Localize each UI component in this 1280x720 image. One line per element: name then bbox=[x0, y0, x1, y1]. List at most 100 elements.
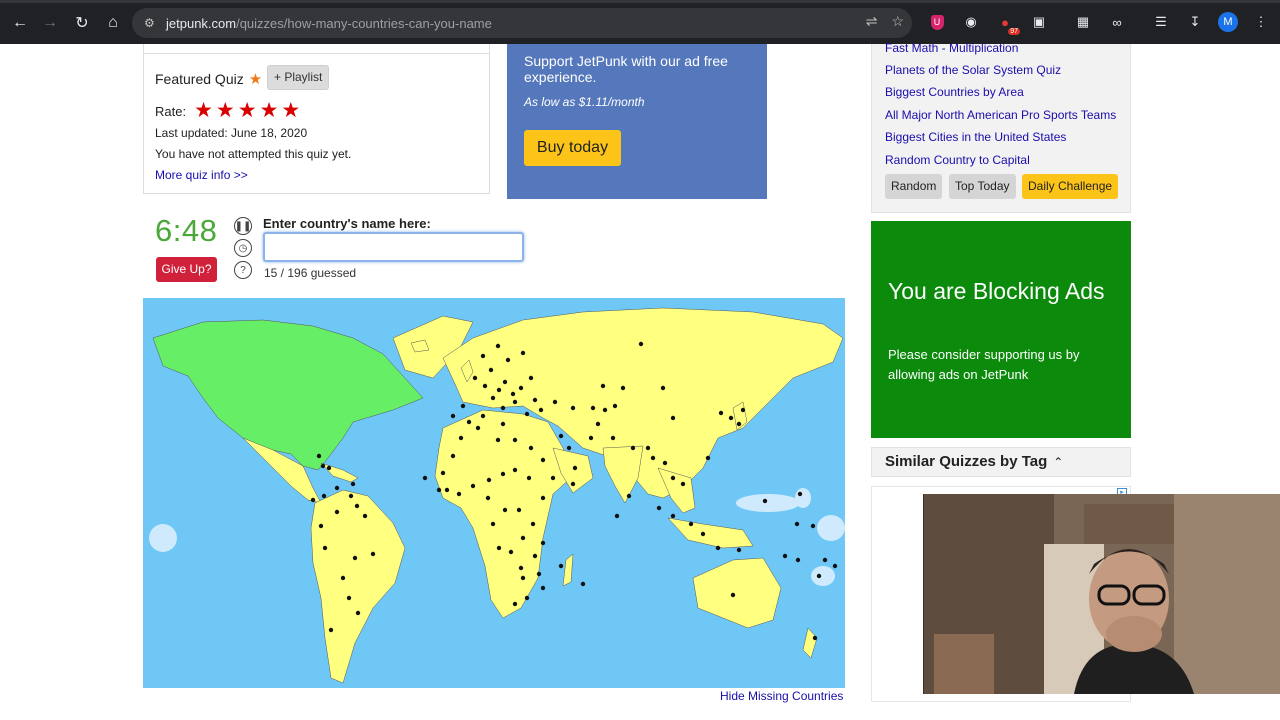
capital-dot bbox=[816, 573, 822, 579]
blocking-ads-heading: You are Blocking Ads bbox=[888, 278, 1105, 304]
add-playlist-button[interactable]: + Playlist bbox=[267, 65, 330, 90]
back-icon[interactable]: ← bbox=[8, 11, 32, 35]
translate-icon[interactable]: ⇌ bbox=[866, 13, 878, 30]
capital-dot bbox=[505, 357, 511, 363]
hide-missing-countries-link[interactable]: Hide Missing Countries bbox=[720, 689, 843, 703]
ublock-icon[interactable]: U bbox=[926, 11, 948, 33]
world-map[interactable] bbox=[143, 298, 845, 688]
country-new-zealand bbox=[802, 627, 818, 659]
rating-stars[interactable]: ★ ★ ★ ★ ★ bbox=[194, 100, 300, 121]
capital-dot bbox=[626, 493, 632, 499]
capital-dot bbox=[340, 575, 346, 581]
daily-challenge-button[interactable]: Daily Challenge bbox=[1022, 174, 1119, 199]
world-map-svg[interactable] bbox=[143, 298, 845, 688]
capital-dot bbox=[456, 491, 462, 497]
capital-dot bbox=[516, 507, 522, 513]
url-text[interactable]: jetpunk.com/quizzes/how-many-countries-c… bbox=[166, 16, 492, 31]
region-indonesia bbox=[667, 517, 754, 549]
capital-dot bbox=[540, 457, 546, 463]
rating-star-icon[interactable]: ★ bbox=[260, 100, 279, 121]
region-caribbean bbox=[320, 462, 359, 483]
country-madagascar bbox=[562, 553, 574, 587]
capital-dot bbox=[355, 610, 361, 616]
country-australia bbox=[692, 557, 782, 629]
capital-dot bbox=[480, 353, 486, 359]
bookmark-star-icon[interactable]: ☆ bbox=[891, 13, 904, 30]
media-queue-icon[interactable]: ☰ bbox=[1150, 11, 1172, 33]
rating-star-icon[interactable]: ★ bbox=[194, 100, 213, 121]
rating-star-icon[interactable]: ★ bbox=[238, 100, 257, 121]
capital-dot bbox=[572, 465, 578, 471]
chevron-up-icon[interactable]: ⌃ bbox=[1053, 455, 1063, 469]
related-quiz-link[interactable]: Fast Math - Multiplication bbox=[885, 41, 1120, 55]
capital-dot bbox=[508, 549, 514, 555]
random-button[interactable]: Random bbox=[885, 174, 943, 199]
webcam-overlay bbox=[923, 494, 1280, 694]
extension-badge-icon[interactable]: ● 97 bbox=[994, 11, 1020, 35]
capital-dot bbox=[444, 487, 450, 493]
capital-dot bbox=[736, 421, 742, 427]
top-today-button[interactable]: Top Today bbox=[949, 174, 1016, 199]
camera-icon[interactable]: ◉ bbox=[960, 11, 982, 33]
capital-dot bbox=[500, 471, 506, 477]
featured-star-icon: ★ bbox=[248, 71, 263, 88]
related-quiz-link[interactable]: Biggest Cities in the United States bbox=[885, 130, 1120, 144]
capital-dot bbox=[495, 343, 501, 349]
site-info-icon[interactable]: ⚙ bbox=[144, 16, 166, 30]
extensions-puzzle-icon[interactable]: ▣ bbox=[1028, 11, 1050, 33]
buy-today-button[interactable]: Buy today bbox=[524, 130, 621, 166]
capital-dot bbox=[532, 397, 538, 403]
featured-label: Featured Quiz bbox=[155, 71, 244, 87]
capital-dot bbox=[346, 595, 352, 601]
capital-dot bbox=[524, 411, 530, 417]
home-icon[interactable]: ⌂ bbox=[101, 11, 125, 35]
region-africa bbox=[434, 409, 574, 619]
menu-kebab-icon[interactable]: ⋮ bbox=[1250, 11, 1272, 33]
profile-avatar[interactable]: M bbox=[1218, 12, 1238, 32]
related-quiz-link[interactable]: Random Country to Capital bbox=[885, 153, 1120, 167]
capital-dot bbox=[736, 547, 742, 553]
similar-quizzes-header[interactable]: Similar Quizzes by Tag ⌃ bbox=[871, 447, 1131, 477]
capital-dot bbox=[705, 455, 711, 461]
capital-dot bbox=[670, 513, 676, 519]
capital-dot bbox=[530, 521, 536, 527]
help-icon[interactable]: ? bbox=[234, 261, 252, 279]
country-answer-input[interactable] bbox=[263, 232, 524, 262]
rating-star-icon[interactable]: ★ bbox=[216, 100, 235, 121]
capital-dot bbox=[485, 495, 491, 501]
capital-dot bbox=[510, 391, 516, 397]
rate-label: Rate: bbox=[155, 103, 187, 119]
related-quiz-link[interactable]: Biggest Countries by Area bbox=[885, 85, 1120, 99]
webcam-image bbox=[924, 494, 1280, 694]
capital-dot bbox=[538, 407, 544, 413]
related-quiz-link[interactable]: Planets of the Solar System Quiz bbox=[885, 63, 1120, 77]
forward-icon[interactable]: → bbox=[38, 11, 62, 35]
capital-dot bbox=[328, 627, 334, 633]
capital-dot bbox=[656, 505, 662, 511]
capital-dot bbox=[475, 425, 481, 431]
capital-dot bbox=[354, 503, 360, 509]
capital-dot bbox=[472, 375, 478, 381]
rating-star-icon[interactable]: ★ bbox=[281, 100, 300, 121]
more-quiz-info-link[interactable]: More quiz info >> bbox=[155, 168, 248, 182]
capital-dot bbox=[558, 563, 564, 569]
reload-icon[interactable]: ↻ bbox=[70, 11, 94, 35]
download-icon[interactable]: ↧ bbox=[1184, 11, 1206, 33]
clock-icon[interactable]: ◷ bbox=[234, 239, 252, 257]
screen-capture-icon[interactable]: ▦ bbox=[1072, 11, 1094, 33]
support-text: Support JetPunk with our ad free experie… bbox=[524, 53, 728, 85]
capital-dot bbox=[436, 487, 442, 493]
region-south-america bbox=[310, 489, 406, 684]
capital-dot bbox=[518, 565, 524, 571]
give-up-button[interactable]: Give Up? bbox=[156, 257, 217, 282]
capital-dot bbox=[450, 413, 456, 419]
capital-dot bbox=[502, 379, 508, 385]
capital-dot bbox=[310, 497, 316, 503]
capital-dot bbox=[334, 485, 340, 491]
link-icon[interactable]: ∞ bbox=[1106, 11, 1128, 33]
capital-dot bbox=[458, 435, 464, 441]
related-quiz-link[interactable]: All Major North American Pro Sports Team… bbox=[885, 108, 1120, 122]
address-bar[interactable]: ⚙ jetpunk.com/quizzes/how-many-countries… bbox=[132, 8, 912, 38]
capital-dot bbox=[334, 509, 340, 515]
pause-icon[interactable]: ❚❚ bbox=[234, 217, 252, 235]
